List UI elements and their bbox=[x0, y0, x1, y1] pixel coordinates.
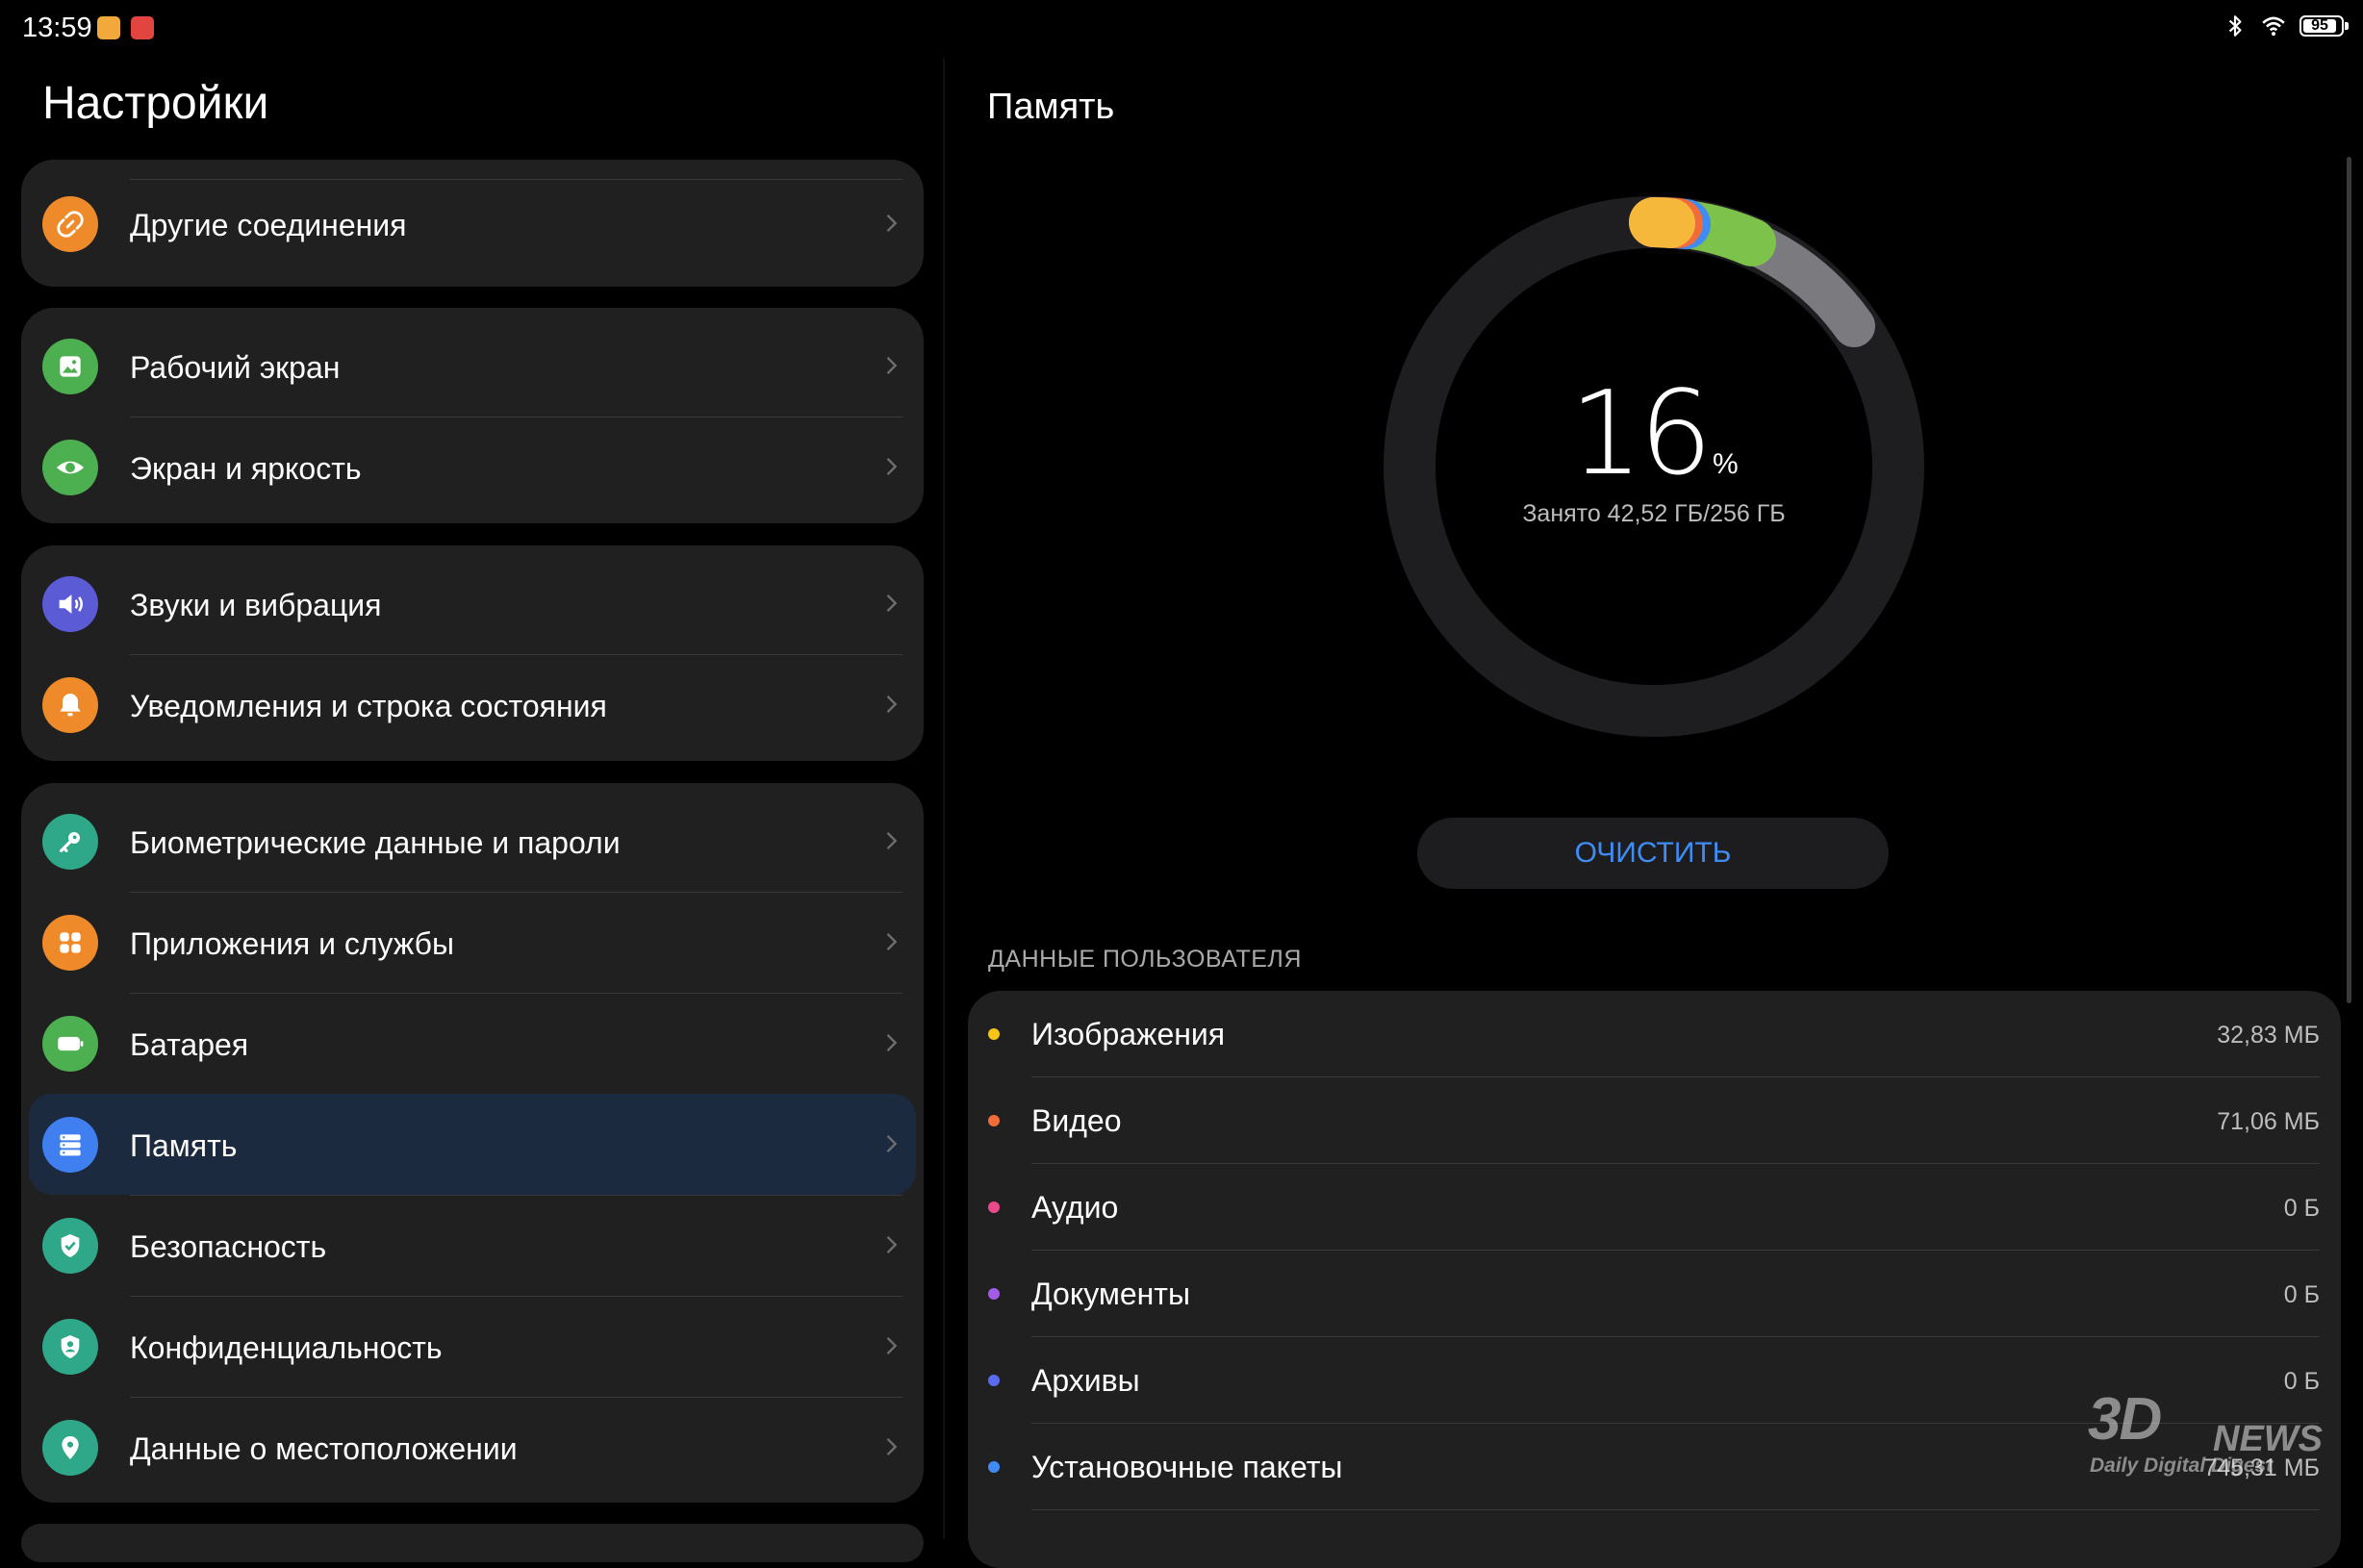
link-icon bbox=[42, 196, 98, 252]
legend-dot bbox=[988, 1461, 1000, 1473]
settings-item-storage[interactable]: Память bbox=[29, 1094, 916, 1195]
usage-percent: 16% bbox=[1382, 367, 1926, 501]
legend-dot bbox=[988, 1028, 1000, 1040]
settings-item-label: Звуки и вибрация bbox=[130, 588, 382, 622]
chevron-right-icon bbox=[886, 1438, 898, 1455]
settings-item-label: Уведомления и строка состояния bbox=[130, 689, 607, 723]
list-item-label: Видео bbox=[1031, 1103, 1122, 1138]
list-item-video[interactable]: Видео 71,06 МБ bbox=[968, 1077, 2341, 1164]
notification-app-icon bbox=[131, 16, 154, 39]
battery-status-icon: 95 bbox=[2299, 15, 2349, 37]
chevron-right-icon bbox=[886, 458, 898, 475]
settings-item-apps-services[interactable]: Приложения и службы bbox=[21, 892, 924, 993]
settings-title: Настройки bbox=[42, 78, 269, 129]
key-icon bbox=[42, 814, 98, 870]
list-item-documents[interactable]: Документы 0 Б bbox=[968, 1251, 2341, 1337]
settings-group: Другие соединения bbox=[21, 160, 924, 287]
notification-app-icon bbox=[97, 16, 120, 39]
watermark-logo: 3D bbox=[2088, 1386, 2162, 1453]
divider bbox=[1031, 1509, 2320, 1510]
chevron-right-icon bbox=[886, 215, 898, 232]
eye-icon bbox=[42, 440, 98, 495]
settings-item-label: Память bbox=[130, 1128, 238, 1163]
settings-item-home-screen[interactable]: Рабочий экран bbox=[21, 316, 924, 417]
settings-item-other-connections[interactable]: Другие соединения bbox=[21, 173, 924, 274]
legend-dot bbox=[988, 1288, 1000, 1300]
chevron-right-icon bbox=[886, 933, 898, 950]
list-item-label: Изображения bbox=[1031, 1017, 1226, 1051]
settings-item-display-brightness[interactable]: Экран и яркость bbox=[21, 417, 924, 518]
page-title: Память bbox=[987, 87, 1115, 127]
settings-item-battery[interactable]: Батарея bbox=[21, 993, 924, 1094]
settings-item-biometrics[interactable]: Биометрические данные и пароли bbox=[21, 791, 924, 892]
list-item-audio[interactable]: Аудио 0 Б bbox=[968, 1164, 2341, 1251]
list-item-value: 32,83 МБ bbox=[2217, 1022, 2320, 1049]
settings-item-security[interactable]: Безопасность bbox=[21, 1195, 924, 1296]
legend-dot bbox=[988, 1115, 1000, 1126]
chevron-right-icon bbox=[886, 1337, 898, 1354]
list-item-value: 71,06 МБ bbox=[2217, 1108, 2320, 1135]
ring-segment-images bbox=[1629, 197, 1695, 248]
legend-dot bbox=[988, 1201, 1000, 1213]
location-icon bbox=[42, 1420, 98, 1476]
list-item-images[interactable]: Изображения 32,83 МБ bbox=[968, 991, 2341, 1077]
settings-item-label: Безопасность bbox=[130, 1229, 327, 1264]
settings-item-sounds-vibration[interactable]: Звуки и вибрация bbox=[21, 553, 924, 654]
usage-percent-value: 16 bbox=[1569, 367, 1713, 501]
settings-item-label: Биометрические данные и пароли bbox=[130, 825, 621, 860]
battery-icon bbox=[42, 1016, 98, 1072]
chevron-right-icon bbox=[886, 832, 898, 849]
speaker-icon bbox=[42, 576, 98, 632]
list-item-value: 0 Б bbox=[2283, 1368, 2320, 1395]
settings-item-label: Конфиденциальность bbox=[130, 1330, 443, 1365]
settings-item-label: Данные о местоположении bbox=[130, 1431, 518, 1466]
chevron-right-icon bbox=[886, 594, 898, 612]
chevron-right-icon bbox=[886, 1135, 898, 1152]
settings-item-label: Батарея bbox=[130, 1027, 249, 1062]
list-item-label: Архивы bbox=[1031, 1363, 1140, 1398]
settings-item-label: Экран и яркость bbox=[130, 451, 362, 486]
settings-group: Звуки и вибрация Уведомления и строка со… bbox=[21, 545, 924, 761]
panel-divider bbox=[943, 58, 945, 1539]
status-indicators: 95 bbox=[2223, 13, 2349, 38]
scrollbar[interactable] bbox=[2347, 157, 2351, 1003]
settings-item-label: Рабочий экран bbox=[130, 350, 341, 385]
battery-level: 95 bbox=[2311, 17, 2328, 34]
legend-dot bbox=[988, 1375, 1000, 1386]
status-bar: 13:59 95 bbox=[0, 0, 2363, 58]
settings-group: Биометрические данные и пароли Приложени… bbox=[21, 783, 924, 1503]
shield-icon bbox=[42, 1218, 98, 1274]
settings-item-privacy[interactable]: Конфиденциальность bbox=[21, 1296, 924, 1397]
settings-item-label: Другие соединения bbox=[130, 208, 407, 242]
list-item-label: Установочные пакеты bbox=[1031, 1450, 1343, 1484]
settings-item-label: Приложения и службы bbox=[130, 926, 454, 961]
wifi-icon bbox=[2262, 16, 2285, 37]
bell-icon bbox=[42, 677, 98, 733]
list-item-label: Документы bbox=[1031, 1277, 1190, 1311]
chevron-right-icon bbox=[886, 1236, 898, 1253]
clean-button[interactable]: ОЧИСТИТЬ bbox=[1417, 818, 1889, 889]
storage-usage-ring: 16% Занято 42,52 ГБ/256 ГБ bbox=[1382, 194, 1926, 739]
status-time: 13:59 bbox=[22, 13, 92, 43]
bluetooth-icon bbox=[2228, 15, 2242, 37]
watermark-tagline: Daily Digital Digest bbox=[2090, 1454, 2274, 1477]
user-data-list: Изображения 32,83 МБ Видео 71,06 МБ Ауди… bbox=[968, 991, 2341, 1568]
image-icon bbox=[42, 339, 98, 394]
settings-group: Рабочий экран Экран и яркость bbox=[21, 308, 924, 523]
settings-item-notifications[interactable]: Уведомления и строка состояния bbox=[21, 654, 924, 755]
settings-group-partial bbox=[21, 1524, 924, 1562]
list-item-value: 0 Б bbox=[2283, 1281, 2320, 1308]
used-storage-text: Занято 42,52 ГБ/256 ГБ bbox=[1522, 500, 1786, 527]
privacy-icon bbox=[42, 1319, 98, 1375]
storage-icon bbox=[42, 1117, 98, 1173]
apps-icon bbox=[42, 915, 98, 971]
settings-item-location[interactable]: Данные о местоположении bbox=[21, 1397, 924, 1498]
usage-percent-sign: % bbox=[1713, 448, 1739, 480]
list-item-label: Аудио bbox=[1031, 1190, 1119, 1225]
chevron-right-icon bbox=[886, 1034, 898, 1051]
list-item-value: 0 Б bbox=[2283, 1195, 2320, 1222]
chevron-right-icon bbox=[886, 357, 898, 374]
chevron-right-icon bbox=[886, 695, 898, 713]
section-header-user-data: ДАННЫЕ ПОЛЬЗОВАТЕЛЯ bbox=[988, 946, 1302, 973]
